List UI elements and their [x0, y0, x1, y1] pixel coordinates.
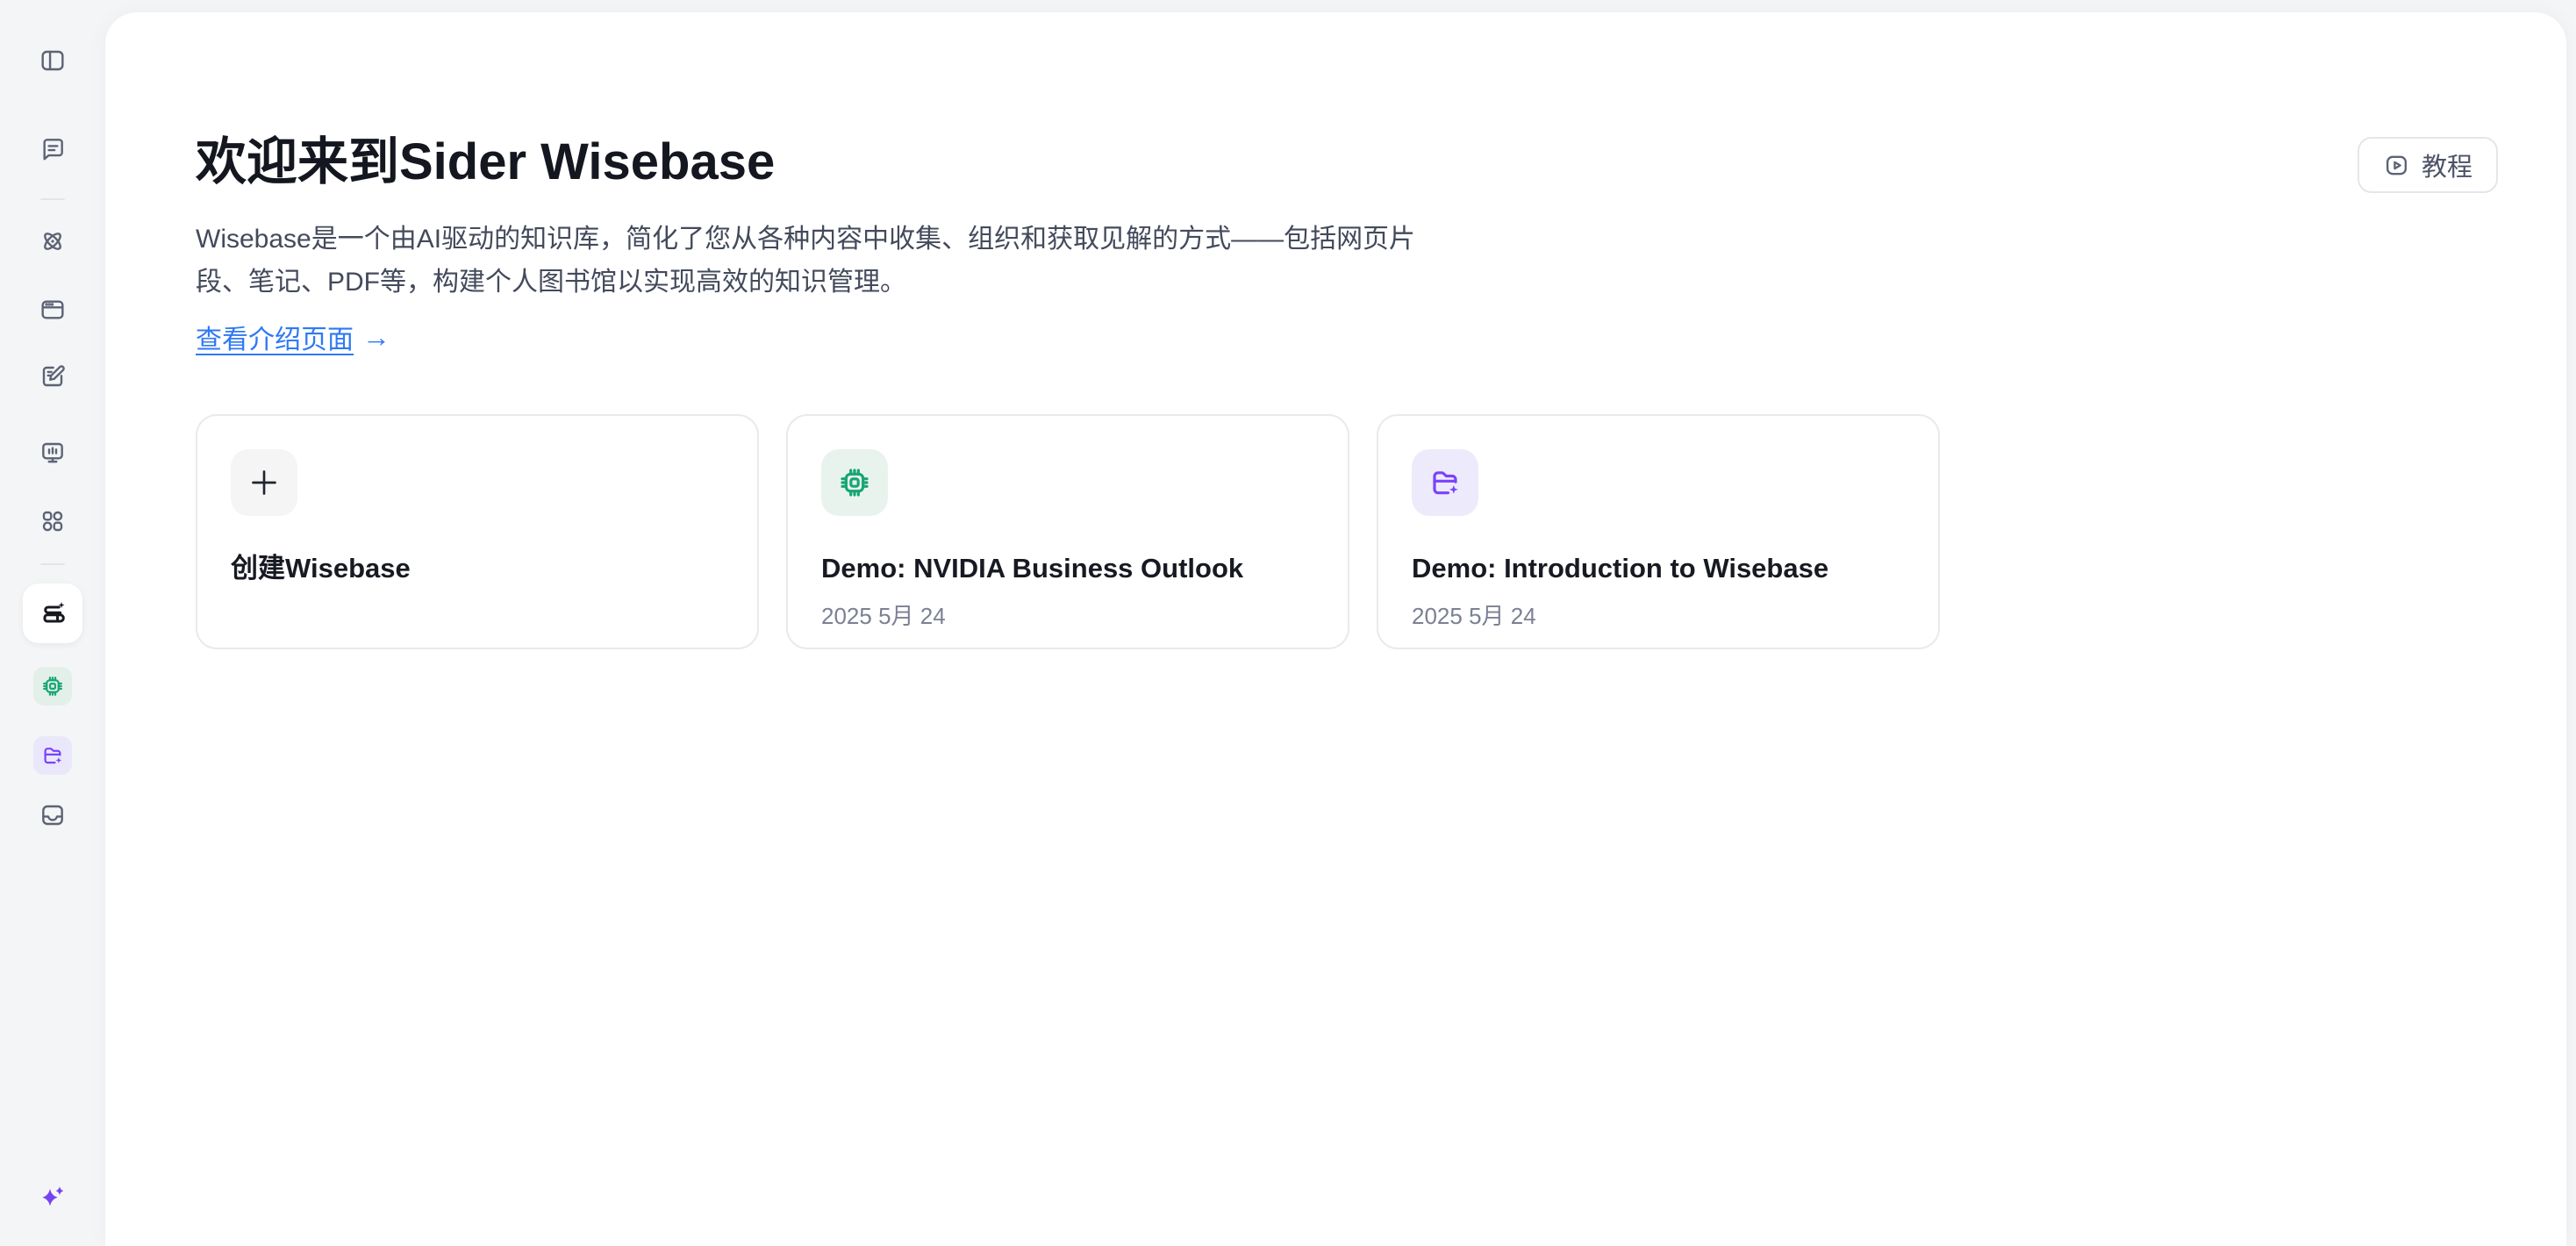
compose-icon[interactable] [39, 362, 67, 390]
chip-icon [821, 449, 888, 516]
chip-icon[interactable] [33, 667, 72, 705]
demo-nvidia-card[interactable]: Demo: NVIDIA Business Outlook 2025 5月 24 [786, 414, 1349, 649]
inbox-icon[interactable] [39, 801, 67, 829]
folder-sparkle-icon [1412, 449, 1478, 516]
page-title: 欢迎来到Sider Wisebase [196, 135, 775, 190]
wisebase-cards-row: 创建Wisebase Demo: NVIDIA Business Outlook… [196, 414, 2498, 649]
folder-sparkle-icon[interactable] [33, 736, 72, 775]
video-play-icon [2383, 152, 2410, 179]
sparkles-logo-icon[interactable] [35, 1179, 70, 1214]
apps-grid-icon[interactable] [39, 507, 67, 535]
intro-description: Wisebase是一个由AI驱动的知识库，简化了您从各种内容中收集、组织和获取见… [196, 218, 1442, 304]
sidebar-divider [40, 563, 65, 565]
tutorial-button-label: 教程 [2422, 147, 2472, 183]
arrow-right-icon: → [362, 321, 390, 354]
main-panel: 欢迎来到Sider Wisebase 教程 Wisebase是一个由AI驱动的知… [105, 12, 2566, 1246]
card-date: 2025 5月 24 [821, 598, 1314, 631]
presentation-chart-icon[interactable] [39, 439, 67, 467]
browser-window-icon[interactable] [39, 296, 67, 324]
demo-introduction-card[interactable]: Demo: Introduction to Wisebase 2025 5月 2… [1377, 414, 1940, 649]
header-row: 欢迎来到Sider Wisebase 教程 [196, 135, 2498, 193]
wisebase-books-icon[interactable] [23, 584, 82, 643]
tutorial-button[interactable]: 教程 [2358, 137, 2498, 193]
card-title: Demo: Introduction to Wisebase [1412, 552, 1905, 585]
sidebar-divider [40, 198, 65, 200]
card-title: Demo: NVIDIA Business Outlook [821, 552, 1314, 585]
intro-page-link-label: 查看介绍页面 [196, 318, 354, 356]
create-wisebase-card[interactable]: 创建Wisebase [196, 414, 759, 649]
panel-toggle-icon[interactable] [39, 47, 67, 75]
card-date: 2025 5月 24 [1412, 598, 1905, 631]
atom-icon[interactable] [39, 227, 67, 255]
card-title: 创建Wisebase [231, 552, 724, 585]
chat-icon[interactable] [39, 135, 67, 163]
sidebar [0, 0, 105, 1246]
plus-icon [231, 449, 297, 516]
screen: 欢迎来到Sider Wisebase 教程 Wisebase是一个由AI驱动的知… [0, 0, 2576, 1246]
intro-page-link[interactable]: 查看介绍页面 → [196, 318, 390, 356]
